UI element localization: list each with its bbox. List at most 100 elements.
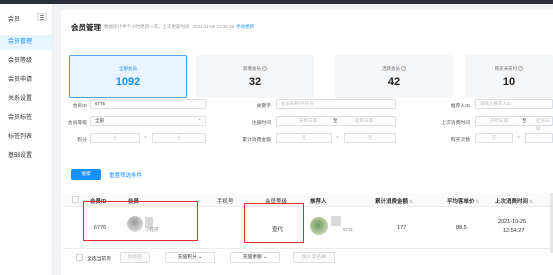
cell-referrer-id: 6731 xyxy=(343,227,354,232)
search-button[interactable]: 搜索 xyxy=(71,169,101,180)
stat-label-text: 新增会员 xyxy=(243,66,261,71)
col-phone: 手机号 xyxy=(217,199,234,205)
sidebar-item-member-management[interactable]: 会员管理 xyxy=(0,35,52,50)
help-icon: ? xyxy=(262,66,267,72)
sidebar-title: 会员 xyxy=(8,17,21,23)
member-level-select[interactable]: 全部 xyxy=(90,115,206,126)
register-date-range[interactable]: 开始日期 至 结束日期 xyxy=(276,116,396,126)
points-label: 积分 xyxy=(77,138,87,143)
member-id-input[interactable]: 6776 xyxy=(90,99,206,109)
help-icon: ? xyxy=(518,66,524,72)
sidebar: 会员 会员管理 会员等级 会员申请 关系设置 会员标签 标签列表 基础设置 xyxy=(0,4,53,275)
stat-label: 全部会员 xyxy=(119,66,137,71)
col-total-spent[interactable]: 累计消费金额⇅ xyxy=(375,197,413,205)
stat-label-text: 活跃会员 xyxy=(382,66,400,71)
keyword-input[interactable]: 会员昵称/手机号 xyxy=(276,99,396,109)
recharge-points-label: 充值积分 xyxy=(177,255,197,260)
main-panel: 会员管理 数据统计半个小时更新一次，上次更新时间 2021-11-09 15:36… xyxy=(61,10,553,275)
keyword-label: 关键字 xyxy=(256,104,271,109)
menu-toggle-icon[interactable] xyxy=(37,13,47,21)
add-tag-button[interactable]: 加标签 xyxy=(120,252,150,263)
sort-icon[interactable]: ⇅ xyxy=(529,199,533,204)
member-id-label: 会员ID xyxy=(72,104,87,109)
stat-label: 活跃会员? xyxy=(336,66,452,72)
buy-count-min-input[interactable]: 次 xyxy=(475,133,513,143)
end-date-placeholder: 结束日期 xyxy=(355,118,373,123)
points-min-input[interactable]: 分 xyxy=(90,133,140,143)
select-page-label: 全选当前页 xyxy=(87,257,111,262)
sidebar-item-basic-settings[interactable]: 基础设置 xyxy=(0,149,52,164)
sort-icon[interactable]: ⇅ xyxy=(476,199,480,204)
stat-card-new-members[interactable]: 新增会员? 32 xyxy=(196,55,314,98)
member-level-label: 会员等级 xyxy=(67,121,87,126)
buy-count-label: 购买次数 xyxy=(450,138,470,143)
start-date-placeholder: 开始日期 xyxy=(490,118,508,123)
sidebar-item-relation-settings[interactable]: 关系设置 xyxy=(0,92,52,107)
stat-value: 10 xyxy=(502,76,516,88)
referrer-name-redacted xyxy=(331,216,341,226)
sidebar-header: 会员 xyxy=(0,4,52,28)
col-referrer: 推荐人 xyxy=(310,199,327,205)
cell-avg-price: 88.5 xyxy=(456,225,467,231)
help-icon: ? xyxy=(401,66,406,72)
manual-refresh-link[interactable]: 手动更新 xyxy=(236,24,254,29)
register-time-label: 注册时间 xyxy=(251,121,271,126)
update-info: 数据统计半个小时更新一次，上次更新时间 2021-11-09 15:36:48 手动… xyxy=(104,24,254,30)
cell-last-date: 2021-10-25 xyxy=(498,219,527,225)
highlight-box-member xyxy=(83,201,198,241)
stat-value: 32 xyxy=(248,76,262,88)
total-spent-label: 累计消费金额 xyxy=(242,138,271,143)
recharge-balance-button[interactable]: 充值余额 ⌄ xyxy=(230,252,280,263)
start-date-placeholder: 开始日期 xyxy=(299,118,317,123)
update-note: 数据统计半个小时更新一次，上次更新时间 xyxy=(104,24,190,29)
referrer-id-label: 推荐人ID xyxy=(450,104,470,109)
points-max-input[interactable]: 分 xyxy=(152,133,206,143)
stat-card-active-members[interactable]: 活跃会员? 42 xyxy=(335,55,453,98)
end-date-placeholder: 结束日期 xyxy=(536,118,550,131)
top-bar xyxy=(0,0,553,4)
chevron-down-icon: ⌄ xyxy=(198,255,203,260)
total-spent-max-input[interactable]: 元 xyxy=(344,133,396,143)
select-page-checkbox[interactable] xyxy=(76,254,83,261)
add-to-blacklist-button[interactable]: 加入黑名单 xyxy=(293,252,335,263)
recharge-balance-label: 充值余额 xyxy=(242,255,262,260)
stat-label: 购买未支付? xyxy=(466,66,552,72)
recharge-points-button[interactable]: 充值积分 ⌄ xyxy=(165,252,215,263)
stat-label: 新增会员? xyxy=(197,66,313,72)
sort-icon[interactable]: ⇅ xyxy=(409,199,413,204)
sidebar-item-member-tags[interactable]: 会员标签 xyxy=(0,111,52,126)
col-total-spent-label: 累计消费金额 xyxy=(375,199,409,205)
bulk-action-bar: 全选当前页 加标签 充值积分 ⌄ 充值余额 ⌄ 加入黑名单 xyxy=(63,249,553,267)
chevron-down-icon: ⌄ xyxy=(263,255,268,260)
sidebar-item-tag-list[interactable]: 标签列表 xyxy=(0,130,52,145)
stat-value: 42 xyxy=(387,76,401,88)
range-tilde: ~ xyxy=(336,135,339,141)
highlight-box-level xyxy=(244,203,304,243)
cell-total-spent: 177 xyxy=(397,225,407,231)
reset-filters-link[interactable]: 重置筛选条件 xyxy=(109,171,142,179)
select-all-checkbox[interactable] xyxy=(72,196,79,203)
range-tilde: ~ xyxy=(144,135,147,141)
col-avg-price[interactable]: 平均客单价⇅ xyxy=(447,197,479,205)
date-separator: 至 xyxy=(333,118,338,123)
page-title: 会员管理 xyxy=(71,23,101,32)
sidebar-item-member-application[interactable]: 会员申请 xyxy=(0,73,52,88)
stat-value: 1092 xyxy=(115,76,141,88)
stat-label-text: 购买未支付 xyxy=(494,66,518,71)
range-tilde: ~ xyxy=(517,135,520,141)
stat-card-all-members[interactable]: 全部会员 1092 xyxy=(69,55,187,98)
update-timestamp: 2021-11-09 15:36:48 xyxy=(192,24,234,29)
last-consume-label: 上次消费时间 xyxy=(441,121,470,126)
col-avg-price-label: 平均客单价 xyxy=(447,199,475,205)
col-last-time-label: 上次消费时间 xyxy=(495,199,529,205)
total-spent-min-input[interactable]: 元 xyxy=(276,133,332,143)
col-last-time[interactable]: 上次消费时间⇅ xyxy=(495,197,533,205)
referrer-id-input[interactable]: 请输入推荐人ID xyxy=(475,99,553,109)
buy-count-max-input[interactable] xyxy=(525,133,553,143)
sidebar-item-member-level[interactable]: 会员等级 xyxy=(0,54,52,69)
referrer-avatar xyxy=(310,217,328,235)
stat-card-unpaid[interactable]: 购买未支付? 10 xyxy=(465,55,553,98)
date-separator: 至 xyxy=(522,118,527,123)
last-consume-date-range[interactable]: 开始日期 至 结束日期 xyxy=(475,116,553,131)
cell-last-clock: 12:54:27 xyxy=(503,228,525,234)
